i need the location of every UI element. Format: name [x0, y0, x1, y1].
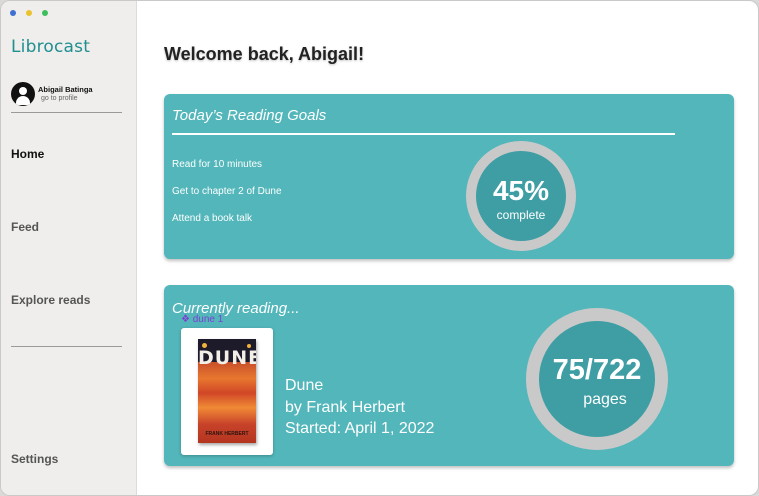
currently-reading-card: Currently reading... ❖ dune 1 DUNE FRANK… — [164, 285, 734, 466]
book-cover[interactable]: DUNE FRANK HERBERT — [198, 339, 256, 443]
nav-item-explore-reads[interactable]: Explore reads — [11, 293, 90, 307]
goal-progress-ring: 45% complete — [466, 141, 576, 251]
app-window: Librocast Abigail Batinga go to profile … — [0, 0, 759, 496]
minimize-window-button[interactable] — [26, 10, 32, 16]
main-content: Welcome back, Abigail! Today’s Reading G… — [137, 1, 758, 495]
app-logo: Librocast — [11, 37, 91, 57]
component-label: ❖ dune 1 — [181, 314, 224, 325]
window-controls — [10, 10, 48, 16]
book-cover-frame[interactable]: DUNE FRANK HERBERT — [181, 328, 273, 455]
goal-item: Read for 10 minutes — [172, 159, 263, 170]
nav-item-home[interactable]: Home — [11, 147, 44, 161]
progress-percent: 45% — [492, 175, 550, 206]
nav-item-settings[interactable]: Settings — [11, 452, 58, 466]
goal-item: Attend a book talk — [172, 213, 253, 224]
pages-progress-ring: 75/722 pages — [526, 308, 668, 450]
book-author: by Frank Herbert — [285, 399, 406, 416]
divider — [11, 112, 122, 113]
book-started-date: Started: April 1, 2022 — [285, 420, 435, 437]
goal-item: Get to chapter 2 of Dune — [172, 186, 282, 197]
zoom-window-button[interactable] — [42, 10, 48, 16]
pages-label: pages — [583, 391, 627, 408]
reading-goals-card: Today’s Reading Goals Read for 10 minute… — [164, 94, 734, 259]
pages-count: 75/722 — [552, 354, 642, 386]
book-title: Dune — [285, 377, 324, 394]
go-to-profile-link[interactable]: go to profile — [41, 95, 78, 102]
profile-name: Abigail Batinga — [38, 85, 93, 94]
page-title: Welcome back, Abigail! — [164, 44, 365, 64]
divider — [11, 346, 122, 347]
divider — [172, 133, 675, 135]
sidebar: Librocast Abigail Batinga go to profile … — [1, 1, 137, 495]
avatar[interactable] — [11, 82, 35, 106]
user-icon — [19, 87, 27, 95]
close-window-button[interactable] — [10, 10, 16, 16]
cover-author: FRANK HERBERT — [205, 431, 249, 437]
progress-label: complete — [496, 208, 546, 222]
cover-title: DUNE — [198, 347, 256, 369]
card-title: Today’s Reading Goals — [172, 107, 327, 124]
nav-item-feed[interactable]: Feed — [11, 220, 39, 234]
profile-block[interactable]: Abigail Batinga go to profile — [11, 82, 123, 114]
